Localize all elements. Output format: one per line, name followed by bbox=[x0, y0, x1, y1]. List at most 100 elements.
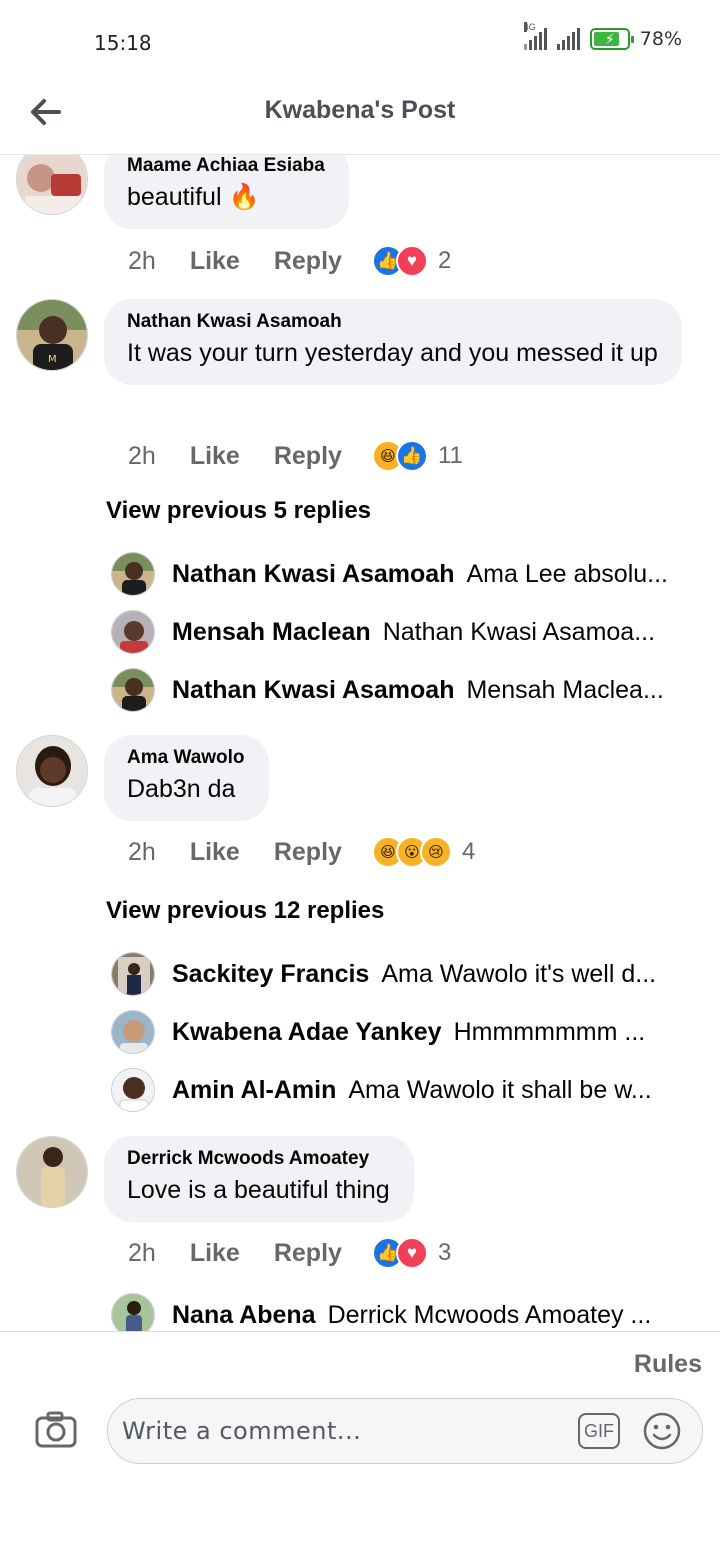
comment-time[interactable]: 2h bbox=[128, 1239, 156, 1268]
view-previous-replies-link[interactable]: View previous 5 replies bbox=[106, 497, 371, 525]
reaction-summary[interactable]: 😆 😮 😢 4 bbox=[371, 836, 476, 868]
reply-text: Mensah Maclea... bbox=[466, 675, 664, 704]
like-button[interactable]: Like bbox=[190, 247, 240, 276]
reply-text: Nathan Kwasi Asamoa... bbox=[382, 617, 656, 646]
reply-preview[interactable]: Nana Abena Derrick Mcwoods Amoatey ... bbox=[111, 1292, 711, 1331]
charging-bolt-icon: ⚡ bbox=[604, 31, 615, 47]
comment-text: beautiful 🔥 bbox=[127, 183, 260, 211]
comment-bubble[interactable]: Ama Wawolo Dab3n da bbox=[104, 735, 269, 821]
comment-actions: 2h Like Reply 👍 ♥ 2 bbox=[128, 245, 451, 277]
reply-button[interactable]: Reply bbox=[274, 442, 342, 471]
avatar[interactable] bbox=[16, 735, 88, 807]
reaction-summary[interactable]: 👍 ♥ 2 bbox=[371, 245, 452, 277]
comment-input[interactable] bbox=[122, 1409, 562, 1453]
comment-time[interactable]: 2h bbox=[128, 838, 156, 867]
status-bar: 15:18 4G ⚡ 78% bbox=[0, 0, 720, 80]
comment-text: It was your turn yesterday and you messe… bbox=[127, 339, 658, 367]
reply-author[interactable]: Sackitey Francis bbox=[172, 960, 369, 988]
rules-link[interactable]: Rules bbox=[634, 1350, 702, 1379]
reply-author[interactable]: Kwabena Adae Yankey bbox=[172, 1018, 442, 1046]
reply-preview[interactable]: Amin Al-Amin Ama Wawolo it shall be w... bbox=[111, 1067, 711, 1113]
comment-bubble[interactable]: Maame Achiaa Esiaba beautiful 🔥 bbox=[104, 155, 349, 229]
reply-preview-text: Nathan Kwasi Asamoah Ama Lee absolu... bbox=[172, 560, 668, 589]
reply-text: Ama Wawolo it's well d... bbox=[381, 959, 657, 988]
avatar[interactable] bbox=[111, 552, 155, 596]
love-reaction-icon: ♥ bbox=[395, 245, 428, 277]
comment-author[interactable]: Ama Wawolo bbox=[127, 747, 245, 769]
reaction-summary[interactable]: 👍 ♥ 3 bbox=[371, 1237, 452, 1269]
reply-button[interactable]: Reply bbox=[274, 1239, 342, 1268]
reply-author[interactable]: Nathan Kwasi Asamoah bbox=[172, 676, 454, 704]
comment-text: Love is a beautiful thing bbox=[127, 1176, 390, 1204]
reply-preview-text: Mensah Maclean Nathan Kwasi Asamoa... bbox=[172, 618, 655, 647]
reply-text: Hmmmmmmm ... bbox=[453, 1017, 646, 1046]
avatar[interactable] bbox=[111, 1010, 155, 1054]
reply-text: Ama Wawolo it shall be w... bbox=[348, 1075, 652, 1104]
page-header: Kwabena's Post bbox=[0, 80, 720, 155]
reply-preview-text: Nathan Kwasi Asamoah Mensah Maclea... bbox=[172, 676, 664, 705]
reply-preview[interactable]: Sackitey Francis Ama Wawolo it's well d..… bbox=[111, 951, 711, 997]
smiley-icon bbox=[643, 1412, 681, 1450]
sad-reaction-icon: 😢 bbox=[419, 836, 452, 868]
reply-button[interactable]: Reply bbox=[274, 247, 342, 276]
reply-text: Ama Lee absolu... bbox=[466, 559, 668, 588]
comment-input-container[interactable]: GIF bbox=[107, 1398, 703, 1464]
comment-composer: Rules GIF bbox=[0, 1331, 720, 1560]
comment-bubble[interactable]: Derrick Mcwoods Amoatey Love is a beauti… bbox=[104, 1136, 414, 1222]
reply-preview-text: Amin Al-Amin Ama Wawolo it shall be w... bbox=[172, 1076, 652, 1105]
avatar[interactable] bbox=[16, 155, 88, 215]
reply-author[interactable]: Mensah Maclean bbox=[172, 618, 371, 646]
comment-author[interactable]: Derrick Mcwoods Amoatey bbox=[127, 1148, 390, 1170]
reply-button[interactable]: Reply bbox=[274, 838, 342, 867]
avatar[interactable] bbox=[111, 610, 155, 654]
avatar[interactable] bbox=[111, 668, 155, 712]
status-icons: 4G ⚡ 78% bbox=[523, 22, 682, 50]
avatar[interactable] bbox=[111, 952, 155, 996]
comment-author[interactable]: Nathan Kwasi Asamoah bbox=[127, 311, 658, 333]
reply-preview-text: Nana Abena Derrick Mcwoods Amoatey ... bbox=[172, 1301, 651, 1330]
gif-button[interactable]: GIF bbox=[578, 1413, 620, 1449]
network-type-label: 4G bbox=[523, 22, 536, 32]
like-reaction-icon: 👍 bbox=[395, 440, 428, 472]
like-button[interactable]: Like bbox=[190, 838, 240, 867]
reply-preview-text: Sackitey Francis Ama Wawolo it's well d..… bbox=[172, 960, 656, 989]
reply-preview[interactable]: Mensah Maclean Nathan Kwasi Asamoa... bbox=[111, 609, 711, 655]
comment-actions: 2h Like Reply 😆 😮 😢 4 bbox=[128, 836, 475, 868]
like-button[interactable]: Like bbox=[190, 442, 240, 471]
comment-author[interactable]: Maame Achiaa Esiaba bbox=[127, 155, 325, 177]
reply-author[interactable]: Nana Abena bbox=[172, 1301, 316, 1329]
avatar[interactable] bbox=[111, 1293, 155, 1331]
reply-preview-text: Kwabena Adae Yankey Hmmmmmmm ... bbox=[172, 1018, 645, 1047]
comment-time[interactable]: 2h bbox=[128, 442, 156, 471]
reply-preview[interactable]: Kwabena Adae Yankey Hmmmmmmm ... bbox=[111, 1009, 711, 1055]
avatar[interactable]: M bbox=[16, 299, 88, 371]
avatar[interactable] bbox=[111, 1068, 155, 1112]
battery-icon: ⚡ bbox=[589, 28, 634, 50]
page-title: Kwabena's Post bbox=[264, 96, 456, 124]
reply-preview[interactable]: Nathan Kwasi Asamoah Ama Lee absolu... bbox=[111, 551, 711, 597]
comment-text: Dab3n da bbox=[127, 775, 236, 803]
emoji-button[interactable] bbox=[642, 1411, 682, 1451]
comment-bubble[interactable]: Nathan Kwasi Asamoah It was your turn ye… bbox=[104, 299, 682, 385]
reply-preview[interactable]: Nathan Kwasi Asamoah Mensah Maclea... bbox=[111, 667, 711, 713]
status-time: 15:18 bbox=[94, 31, 152, 55]
reaction-count: 4 bbox=[461, 838, 476, 865]
camera-button[interactable] bbox=[34, 1410, 78, 1450]
love-reaction-icon: ♥ bbox=[395, 1237, 428, 1269]
view-previous-replies-link[interactable]: View previous 12 replies bbox=[106, 897, 384, 925]
reply-author[interactable]: Nathan Kwasi Asamoah bbox=[172, 560, 454, 588]
battery-percent: 78% bbox=[639, 28, 682, 50]
cell-signal-icon bbox=[556, 28, 580, 50]
comment-time[interactable]: 2h bbox=[128, 247, 156, 276]
reply-author[interactable]: Amin Al-Amin bbox=[172, 1076, 336, 1104]
camera-icon bbox=[35, 1411, 77, 1448]
svg-text:M: M bbox=[48, 354, 57, 365]
comment-actions: 2h Like Reply 😆 👍 11 bbox=[128, 440, 463, 472]
comments-feed[interactable]: Maame Achiaa Esiaba beautiful 🔥 2h Like … bbox=[0, 155, 720, 1331]
reaction-summary[interactable]: 😆 👍 11 bbox=[371, 440, 463, 472]
avatar[interactable] bbox=[16, 1136, 88, 1208]
reaction-count: 3 bbox=[437, 1239, 452, 1266]
like-button[interactable]: Like bbox=[190, 1239, 240, 1268]
comment-actions: 2h Like Reply 👍 ♥ 3 bbox=[128, 1237, 451, 1269]
reaction-count: 2 bbox=[437, 247, 452, 274]
